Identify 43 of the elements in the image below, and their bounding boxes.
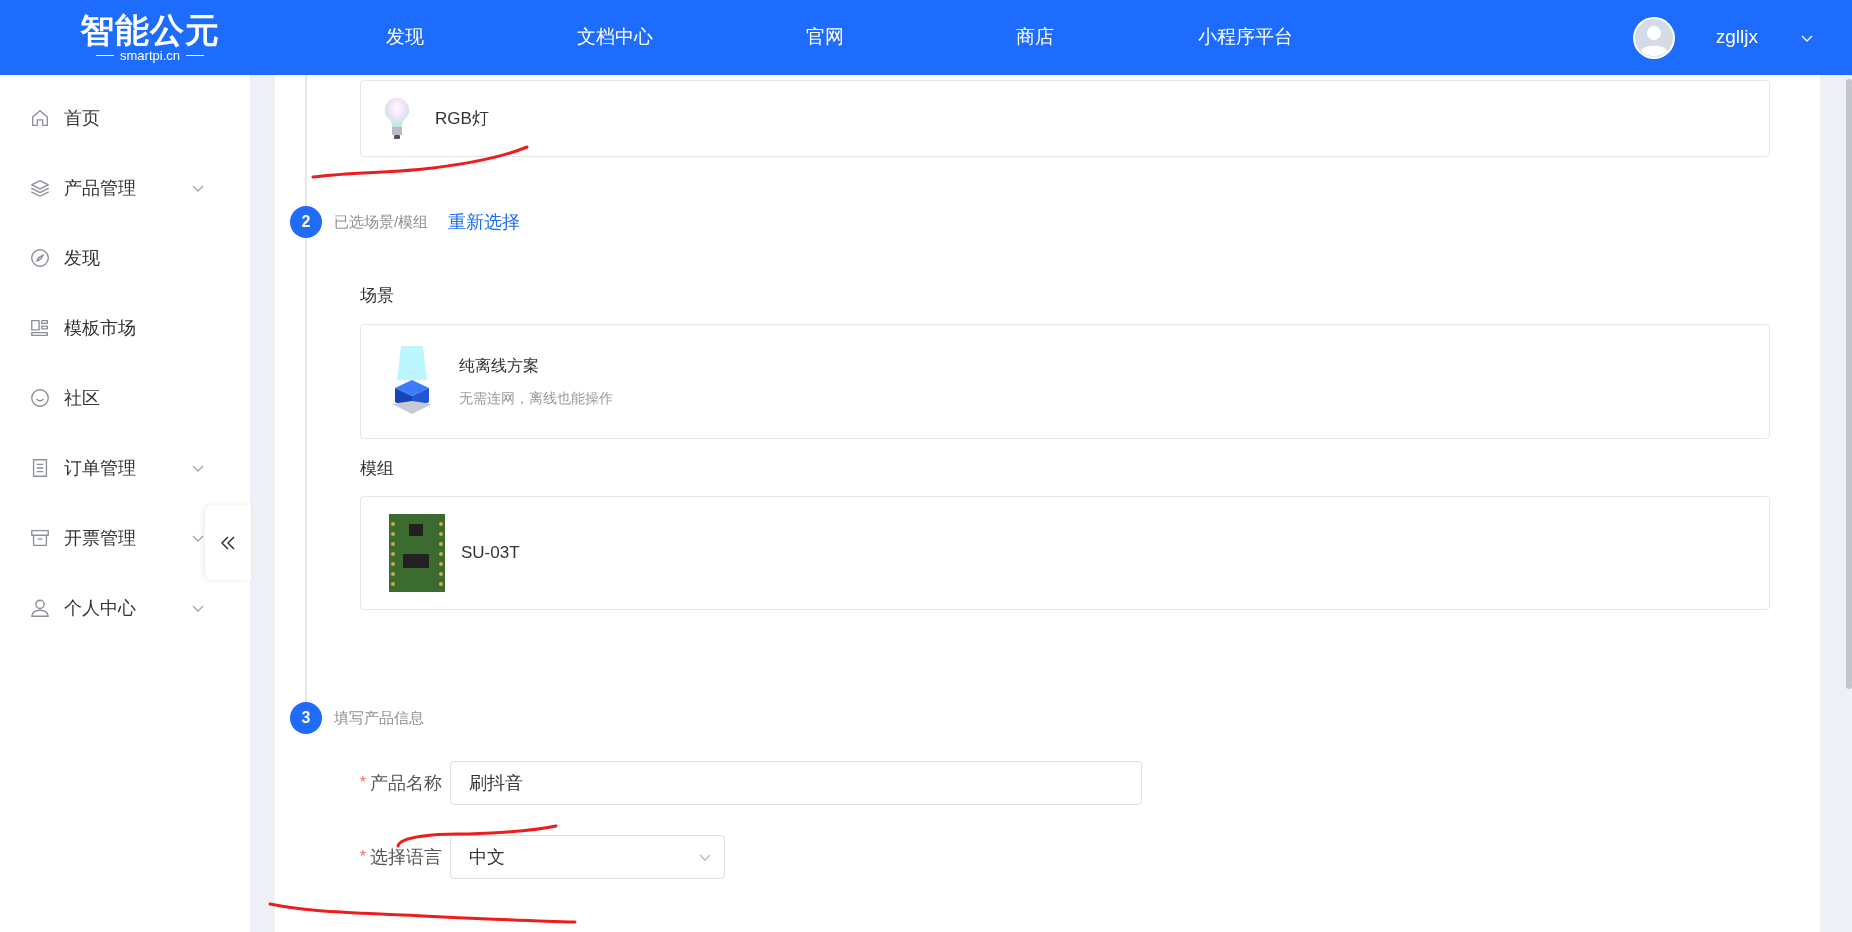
archive-box-icon [29,527,51,549]
avatar-icon[interactable] [1631,15,1676,60]
step-title: 填写产品信息 [334,707,424,728]
scene-name: 纯离线方案 [459,355,540,376]
step-number: 3 [290,702,322,734]
compass-icon [29,247,51,269]
required-mark: * [359,773,366,793]
sidebar-item[interactable]: 模板市场 [0,293,205,363]
scene-description: 无需连网，离线也能操作 [459,388,613,408]
sidebar-item[interactable]: 产品管理 [0,153,205,223]
required-mark: * [359,847,366,867]
step-title: 已选场景/模组 [334,211,429,232]
field-label: 产品名称 [370,771,442,795]
nav-link[interactable]: 商店 [930,23,1140,52]
light-bulb-icon [383,95,411,142]
layers-icon [29,177,51,199]
person-icon [29,597,51,619]
product-name-input[interactable]: 刷抖音 [450,761,1142,805]
nav-link[interactable]: 文档中心 [510,23,720,52]
nav-link[interactable]: 小程序平台 [1140,23,1350,52]
smiley-icon [29,387,51,409]
sidebar-item[interactable]: 个人中心 [0,573,205,643]
username[interactable]: zglljx [1715,23,1758,52]
logo[interactable]: 智能公元 smartpi.cn [80,13,220,62]
module-name: SU-03T [461,542,520,565]
section-label: 场景 [360,285,395,307]
home-icon [29,107,51,129]
nav-link[interactable]: 官网 [720,23,930,52]
section-label: 模组 [360,457,395,480]
sidebar-item[interactable]: 发现 [0,223,205,293]
language-select[interactable]: 中文 [450,835,725,879]
nav-link[interactable]: 发现 [300,23,510,52]
reselect-link[interactable]: 重新选择 [448,208,521,236]
sidebar-item[interactable]: 订单管理 [0,433,205,503]
field-label: 选择语言 [370,845,442,869]
category-name: RGB灯 [435,107,489,130]
double-chevron-left-icon [219,533,237,552]
step-number: 2 [290,206,322,238]
logo-subtitle: smartpi.cn [120,49,180,62]
template-icon [29,317,51,339]
sidebar-item[interactable]: 开票管理 [0,503,205,573]
sidebar-item[interactable]: 首页 [0,83,205,153]
sidebar-item[interactable]: 社区 [0,363,205,433]
